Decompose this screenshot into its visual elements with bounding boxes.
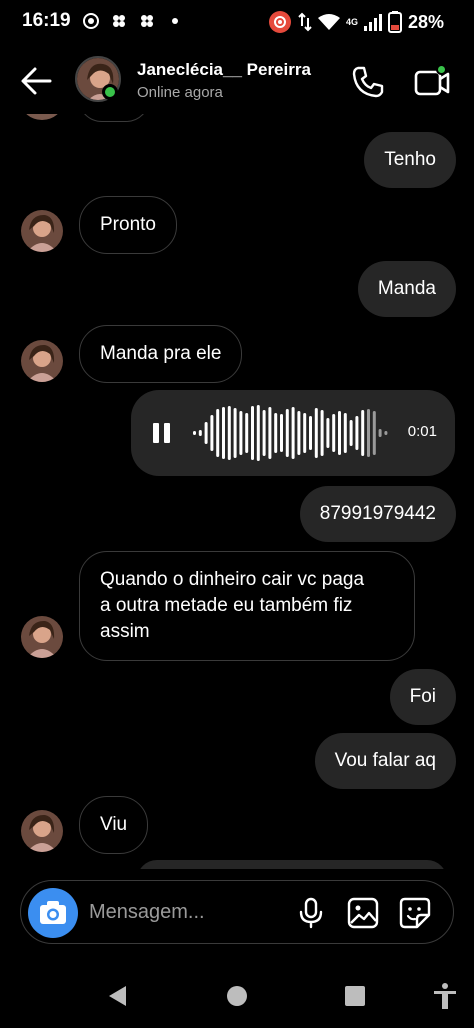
sender-avatar[interactable] [21, 340, 63, 382]
signal-icon [363, 14, 382, 31]
voice-duration: 0:01 [407, 423, 437, 440]
message-bubble-incoming[interactable]: Manda pra ele [79, 325, 243, 383]
contact-status: Online agora [137, 84, 223, 101]
message-bubble-outgoing[interactable]: Manda [357, 261, 456, 317]
gallery-icon[interactable] [347, 897, 379, 929]
data-transfer-icon [298, 12, 312, 32]
partial-avatar [21, 114, 63, 120]
partial-message-bubble[interactable] [78, 114, 150, 122]
more-notifications-icon [172, 18, 178, 24]
message-bubble-incoming[interactable]: Pronto [79, 196, 177, 254]
sender-avatar[interactable] [21, 210, 63, 252]
message-line: a outra metade eu também fiz [100, 595, 353, 616]
screen-record-icon [268, 11, 291, 33]
message-bubble-outgoing[interactable]: 87991979442 [299, 486, 456, 542]
microphone-icon[interactable] [297, 897, 325, 929]
status-right: 4G 28% [268, 10, 444, 34]
sticker-icon[interactable] [399, 897, 431, 929]
sender-avatar[interactable] [21, 616, 63, 658]
status-bar: 16:19 4G 28% [0, 0, 474, 44]
wifi-icon [317, 14, 340, 30]
online-indicator [102, 84, 118, 100]
battery-icon [387, 11, 402, 33]
back-arrow-icon[interactable] [20, 64, 54, 98]
voice-message[interactable]: 0:01 [131, 390, 455, 476]
record-icon [83, 13, 99, 29]
accessibility-icon[interactable] [432, 982, 458, 1010]
nav-recents-icon[interactable] [345, 986, 365, 1006]
message-line: Quando o dinheiro cair vc paga [100, 569, 365, 590]
chat-header: Janeclécia__ Pereirra Online agora [0, 50, 474, 114]
app-notification-icon [113, 15, 125, 27]
message-bubble-incoming[interactable]: Viu [79, 796, 149, 854]
partial-message-bubble[interactable] [137, 860, 447, 869]
status-time: 16:19 [22, 10, 71, 31]
audio-waveform[interactable] [193, 404, 389, 462]
app-notification-icon [141, 15, 153, 27]
message-bubble-outgoing[interactable]: Foi [389, 669, 456, 725]
network-type: 4G [345, 17, 358, 27]
message-line: assim [100, 621, 150, 642]
battery-level: 28% [407, 11, 444, 32]
contact-name[interactable]: Janeclécia__ Pereirra [137, 60, 311, 80]
message-composer [20, 880, 454, 944]
nav-home-icon[interactable] [227, 986, 247, 1006]
sender-avatar[interactable] [21, 810, 63, 852]
video-active-indicator [436, 64, 447, 75]
system-nav-bar [0, 968, 474, 1028]
pause-icon[interactable] [153, 423, 171, 443]
message-bubble-incoming[interactable]: Quando o dinheiro cair vc paga a outra m… [79, 551, 415, 661]
message-input[interactable] [89, 895, 289, 929]
message-bubble-outgoing[interactable]: Tenho [364, 132, 456, 188]
camera-button[interactable] [28, 888, 78, 938]
message-list[interactable]: Tenho Pronto Manda Manda pra ele 0:01 87… [0, 114, 474, 869]
message-bubble-outgoing[interactable]: Vou falar aq [314, 733, 456, 789]
phone-icon[interactable] [350, 64, 386, 100]
nav-back-icon[interactable] [106, 984, 130, 1008]
camera-icon [40, 901, 66, 924]
notification-icons [82, 12, 184, 30]
